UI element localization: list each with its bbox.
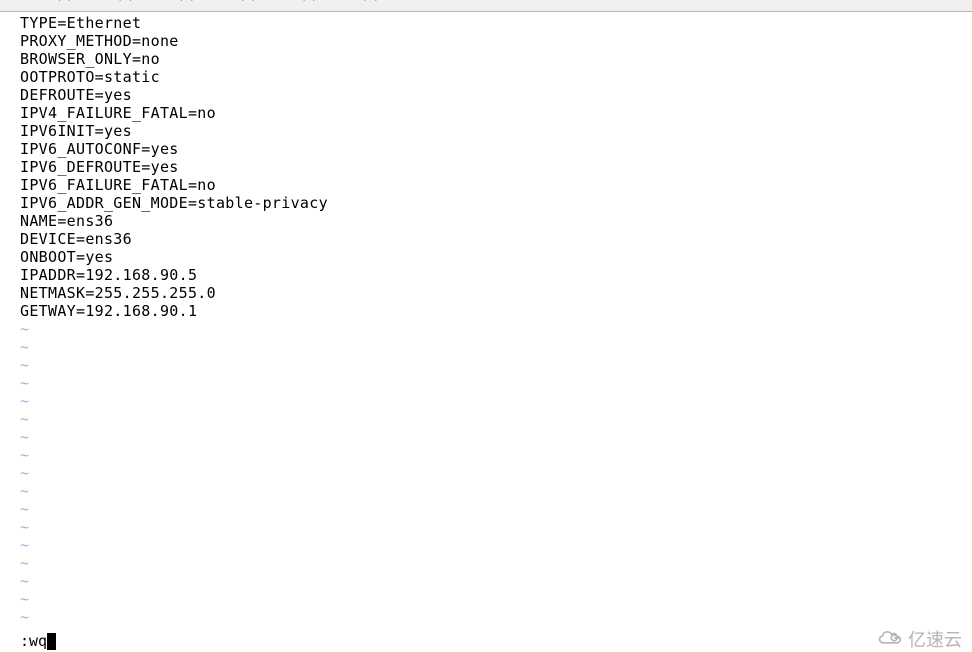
config-line: TYPE=Ethernet [20,14,972,32]
config-line: NETMASK=255.255.255.0 [20,284,972,302]
config-line: PROXY_METHOD=none [20,32,972,50]
menubar: 文件(F) 编辑(E) 查看(V) 搜索(S) 终端(T) 帮助(H) [0,0,972,12]
config-line: OOTPROTO=static [20,68,972,86]
editor-area[interactable]: TYPE=EthernetPROXY_METHOD=noneBROWSER_ON… [0,12,972,626]
vim-tilde: ~ [20,518,972,536]
cursor [47,633,56,650]
vim-tilde: ~ [20,500,972,518]
config-line: DEFROUTE=yes [20,86,972,104]
vim-tilde: ~ [20,446,972,464]
config-line: NAME=ens36 [20,212,972,230]
vim-command-line[interactable]: :wq [20,632,972,650]
command-prefix: : [20,632,29,650]
vim-tilde: ~ [20,590,972,608]
vim-tilde: ~ [20,464,972,482]
vim-tilde: ~ [20,554,972,572]
vim-tilde: ~ [20,356,972,374]
watermark: 亿速云 [876,626,962,652]
config-line: IPADDR=192.168.90.5 [20,266,972,284]
command-text: wq [29,632,47,650]
config-line: ONBOOT=yes [20,248,972,266]
cloud-icon [876,627,904,652]
vim-tilde: ~ [20,428,972,446]
config-line: GETWAY=192.168.90.1 [20,302,972,320]
vim-tilde: ~ [20,320,972,338]
vim-tilde: ~ [20,338,972,356]
vim-tilde: ~ [20,536,972,554]
config-line: DEVICE=ens36 [20,230,972,248]
config-line: IPV6_DEFROUTE=yes [20,158,972,176]
config-line: BROWSER_ONLY=no [20,50,972,68]
vim-tilde: ~ [20,572,972,590]
watermark-text: 亿速云 [908,626,962,652]
empty-lines: ~~~~~~~~~~~~~~~~~ [20,320,972,626]
config-line: IPV6_FAILURE_FATAL=no [20,176,972,194]
vim-tilde: ~ [20,392,972,410]
vim-tilde: ~ [20,374,972,392]
file-content: TYPE=EthernetPROXY_METHOD=noneBROWSER_ON… [20,14,972,320]
config-line: IPV6INIT=yes [20,122,972,140]
config-line: IPV6_AUTOCONF=yes [20,140,972,158]
vim-tilde: ~ [20,482,972,500]
vim-tilde: ~ [20,410,972,428]
config-line: IPV6_ADDR_GEN_MODE=stable-privacy [20,194,972,212]
vim-tilde: ~ [20,608,972,626]
config-line: IPV4_FAILURE_FATAL=no [20,104,972,122]
